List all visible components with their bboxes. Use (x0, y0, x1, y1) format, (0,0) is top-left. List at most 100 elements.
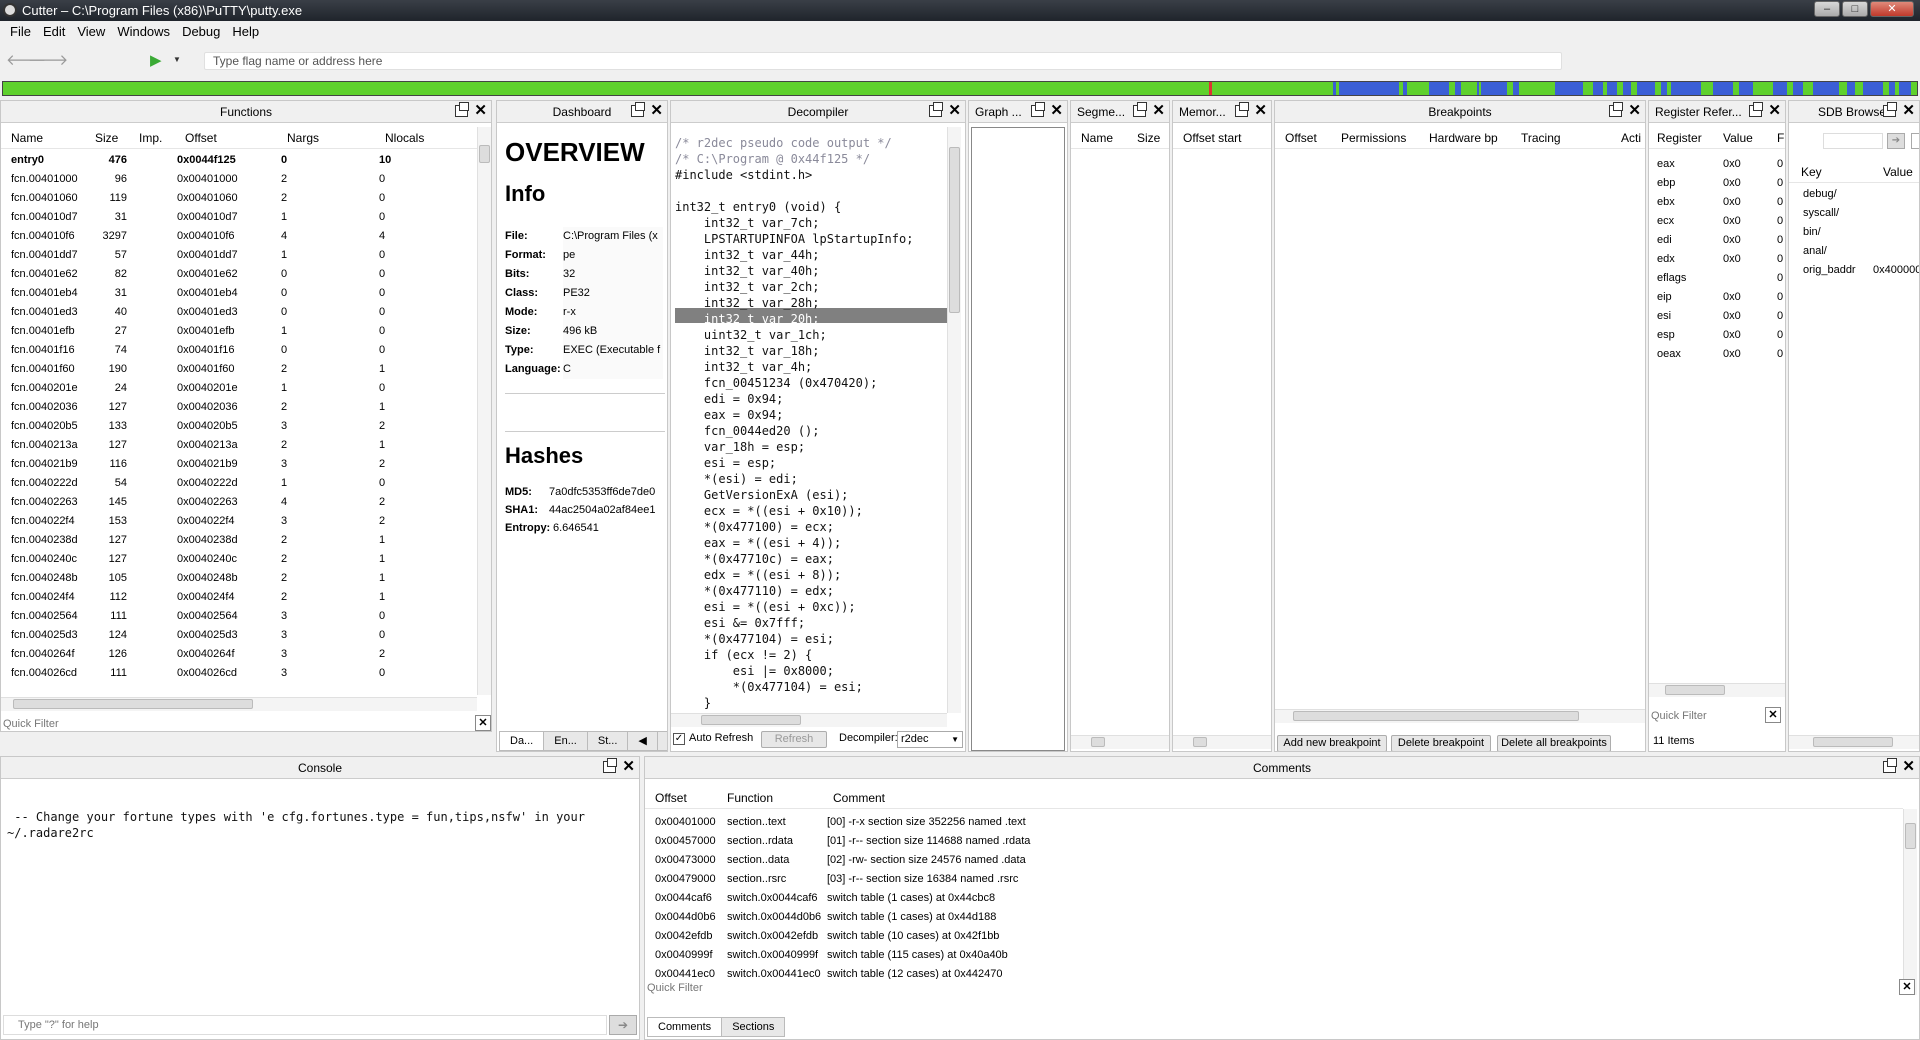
table-row[interactable]: fcn.004010f6 3297 0x004010f6 4 4 (1, 227, 477, 246)
code-line[interactable]: *(0x477104) = esi; (675, 679, 863, 695)
col-register[interactable]: Register (1657, 127, 1702, 149)
decompiler-hscroll[interactable] (671, 713, 947, 727)
functions-vscroll[interactable] (477, 127, 491, 695)
memory-map-bar[interactable] (2, 81, 1918, 96)
table-row[interactable]: fcn.00401eb4 31 0x00401eb4 0 0 (1, 284, 477, 303)
float-icon[interactable] (1031, 102, 1046, 117)
table-row[interactable]: fcn.004021b9 116 0x004021b9 3 2 (1, 455, 477, 474)
col-value[interactable]: Value (1883, 161, 1913, 183)
table-row[interactable]: edi 0x0 0 (1649, 231, 1785, 250)
col-size[interactable]: Size (1137, 127, 1160, 149)
decompiler-select[interactable]: r2dec ▼ (897, 731, 963, 748)
col-offset[interactable]: Offset (655, 787, 687, 809)
close-icon[interactable]: ✕ (1902, 103, 1915, 118)
code-line[interactable]: GetVersionExA (esi); (675, 487, 849, 503)
code-line[interactable]: eax = *((esi + 4)); (675, 535, 841, 551)
close-window-button[interactable]: ✕ (1870, 1, 1914, 17)
code-line[interactable]: if (ecx != 2) { (675, 647, 812, 663)
sdb-path-input[interactable] (1823, 133, 1883, 149)
menu-help[interactable]: Help (226, 21, 265, 43)
list-item[interactable]: syscall/ (1789, 204, 1919, 223)
decompiler-vscroll[interactable] (947, 127, 961, 713)
sdb-hscroll[interactable] (1789, 735, 1919, 749)
table-row[interactable]: fcn.00401dd7 57 0x00401dd7 1 0 (1, 246, 477, 265)
code-line[interactable]: /* r2dec pseudo code output */ (675, 135, 892, 151)
table-row[interactable]: fcn.00401f60 190 0x00401f60 2 1 (1, 360, 477, 379)
table-row[interactable]: fcn.0040264f 126 0x0040264f 3 2 (1, 645, 477, 664)
table-row[interactable]: fcn.0040238d 127 0x0040238d 2 1 (1, 531, 477, 550)
col-size[interactable]: Size (95, 127, 118, 149)
col-offset[interactable]: Offset (185, 127, 217, 149)
table-row[interactable]: entry0 476 0x0044f125 0 10 (1, 151, 477, 170)
table-row[interactable]: 0x0044d0b6 switch.0x0044d0b6 switch table … (645, 908, 1901, 927)
code-line[interactable]: *(0x477110) = edx; (675, 583, 834, 599)
code-line[interactable]: var_18h = esp; (675, 439, 805, 455)
table-row[interactable]: fcn.0040213a 127 0x0040213a 2 1 (1, 436, 477, 455)
table-row[interactable]: 0x00457000 section..rdata [01] -r-- sectio… (645, 832, 1901, 851)
table-row[interactable]: 0x0040999f switch.0x0040999f switch table … (645, 946, 1901, 965)
code-line[interactable]: #include <stdint.h> (675, 167, 812, 183)
col-offset-start[interactable]: Offset start (1183, 127, 1241, 149)
table-row[interactable]: 0x0044caf6 switch.0x0044caf6 switch table … (645, 889, 1901, 908)
code-line[interactable]: /* C:\Program @ 0x44f125 */ (675, 151, 870, 167)
add-breakpoint-button[interactable]: Add new breakpoint (1277, 735, 1387, 751)
tab-entropy[interactable]: En... (543, 731, 588, 751)
menu-file[interactable]: File (4, 21, 37, 43)
arrow-right-icon[interactable]: ➔ (609, 1015, 637, 1035)
code-line[interactable]: int32_t var_44h; (675, 247, 820, 263)
arrow-right-icon[interactable]: ➔ (1887, 133, 1905, 149)
functions-hscroll[interactable] (1, 697, 477, 711)
col-key[interactable]: Key (1801, 161, 1822, 183)
menu-edit[interactable]: Edit (37, 21, 71, 43)
code-line[interactable]: int32_t var_20h; (675, 311, 820, 327)
menu-view[interactable]: View (71, 21, 111, 43)
tab-dashboard[interactable]: Da... (499, 731, 545, 751)
float-icon[interactable] (455, 102, 470, 117)
table-row[interactable]: fcn.004025d3 124 0x004025d3 3 0 (1, 626, 477, 645)
float-icon[interactable] (603, 758, 618, 773)
tab-scroll-left[interactable]: ◀ (627, 731, 658, 751)
table-row[interactable]: fcn.004022f4 153 0x004022f4 3 2 (1, 512, 477, 531)
maximize-button[interactable]: □ (1842, 1, 1868, 17)
float-icon[interactable] (1235, 102, 1250, 117)
comments-quick-filter[interactable]: Quick Filter (647, 979, 1897, 997)
breakpoints-hscroll[interactable] (1275, 709, 1645, 723)
float-icon[interactable] (929, 102, 944, 117)
code-line[interactable]: fcn_00451234 (0x470420); (675, 375, 877, 391)
console-input[interactable]: Type "?" for help (3, 1015, 607, 1035)
table-row[interactable]: fcn.004010d7 31 0x004010d7 1 0 (1, 208, 477, 227)
col-active[interactable]: Acti (1621, 127, 1641, 149)
list-item[interactable]: orig_baddr 0x400000 (1789, 261, 1919, 280)
tab-comments[interactable]: Comments (647, 1017, 723, 1037)
code-line[interactable]: int32_t var_4h; (675, 359, 812, 375)
table-row[interactable]: oeax 0x0 0 (1649, 345, 1785, 364)
close-icon[interactable]: ✕ (1050, 103, 1063, 118)
memory-hscroll[interactable] (1173, 735, 1271, 749)
code-line[interactable]: } (675, 695, 711, 711)
graph-canvas[interactable] (971, 127, 1065, 751)
table-row[interactable]: fcn.004026cd 111 0x004026cd 3 0 (1, 664, 477, 683)
table-row[interactable]: fcn.004024f4 112 0x004024f4 2 1 (1, 588, 477, 607)
comments-vscroll[interactable] (1903, 809, 1917, 995)
list-item[interactable]: bin/ (1789, 223, 1919, 242)
col-name[interactable]: Name (11, 127, 43, 149)
col-nlocals[interactable]: Nlocals (385, 127, 424, 149)
table-row[interactable]: fcn.00402263 145 0x00402263 4 2 (1, 493, 477, 512)
table-row[interactable]: fcn.004020b5 133 0x004020b5 3 2 (1, 417, 477, 436)
col-nargs[interactable]: Nargs (287, 127, 319, 149)
up-folder-icon[interactable] (1911, 133, 1919, 149)
col-tracing[interactable]: Tracing (1521, 127, 1561, 149)
table-row[interactable]: fcn.00401000 96 0x00401000 2 0 (1, 170, 477, 189)
table-row[interactable]: ebp 0x0 0 (1649, 174, 1785, 193)
col-permissions[interactable]: Permissions (1341, 127, 1406, 149)
list-item[interactable]: anal/ (1789, 242, 1919, 261)
code-line[interactable]: fcn_0044ed20 (); (675, 423, 820, 439)
col-comment[interactable]: Comment (833, 787, 885, 809)
arrow-right-icon[interactable]: 🡒 (28, 53, 68, 69)
float-icon[interactable] (631, 102, 646, 117)
tab-strings[interactable]: St... (586, 731, 629, 751)
code-line[interactable]: int32_t var_18h; (675, 343, 820, 359)
code-line[interactable]: uint32_t var_1ch; (675, 327, 827, 343)
delete-breakpoint-button[interactable]: Delete breakpoint (1391, 735, 1491, 751)
code-line[interactable]: esi = esp; (675, 455, 776, 471)
